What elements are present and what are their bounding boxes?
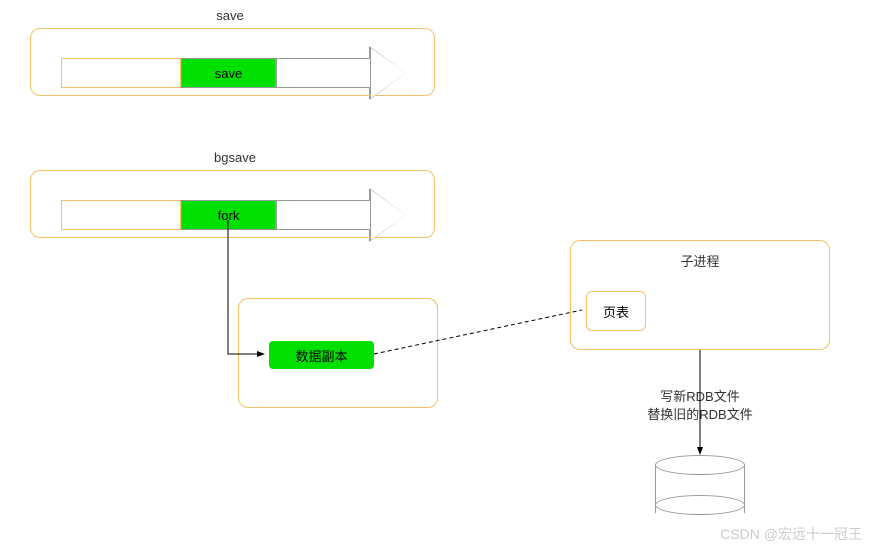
child-process-title: 子进程 [571,251,829,270]
arrow-head-icon [371,48,406,98]
page-table-label: 页表 [603,302,629,321]
watermark-text: CSDN @宏远十一冠王 [720,524,862,544]
rdb-cylinder-icon [655,455,745,515]
rdb-line1: 写新RDB文件 [640,388,760,406]
bgsave-arrow: fork [61,190,406,240]
arrow-head-icon-bg [371,190,406,240]
bgsave-title: bgsave [185,150,285,165]
save-container: save [30,28,435,96]
arrow-segment-after-bg [276,200,371,230]
rdb-line2: 替换旧的RDB文件 [640,406,760,424]
save-arrow: save [61,48,406,98]
arrow-segment-fork: fork [181,200,276,230]
arrow-segment-after [276,58,371,88]
page-table-box: 页表 [586,291,646,331]
arrow-segment-before [61,58,181,88]
save-title: save [180,8,280,23]
fork-arrow-label: fork [218,208,240,223]
data-copy-label: 数据副本 [295,346,347,365]
arrow-segment-before-bg [61,200,181,230]
data-copy-box: 数据副本 [269,341,374,369]
child-process-container: 子进程 页表 [570,240,830,350]
data-copy-container: 数据副本 [238,298,438,408]
save-arrow-label: save [215,66,242,81]
bgsave-container: fork [30,170,435,238]
arrow-segment-save: save [181,58,276,88]
rdb-annotation: 写新RDB文件 替换旧的RDB文件 [640,388,760,424]
